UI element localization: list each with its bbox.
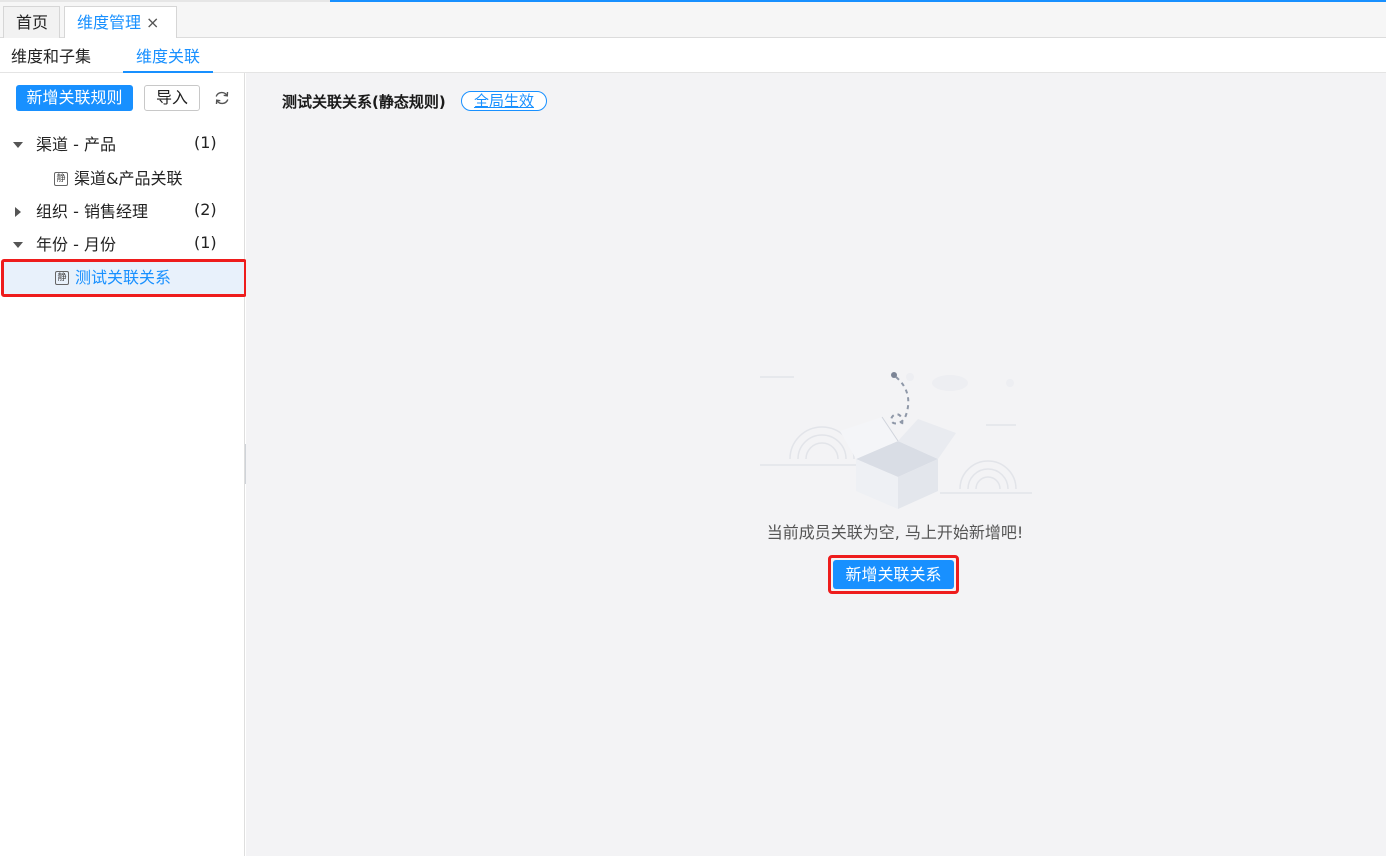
tree-group-org-sales-manager[interactable]: 组织 - 销售经理 (2) (0, 197, 245, 227)
add-association-button[interactable]: 新增关联关系 (833, 560, 954, 589)
tree-leaf-label: 渠道&产品关联 (74, 169, 183, 188)
tree-group-channel-product[interactable]: 渠道 - 产品 (1) (0, 130, 245, 160)
sub-tabs: 维度和子集 维度关联 (0, 38, 1386, 73)
caret-down-icon[interactable] (12, 230, 24, 260)
tab-dimension-association[interactable]: 维度关联 (123, 38, 213, 73)
sidebar: 新增关联规则 导入 渠道 - 产品 (1) 静 渠道&产品关联 组织 - 销售经… (0, 73, 247, 856)
caret-down-icon[interactable] (12, 130, 24, 160)
page-tabs: 首页 维度管理 × (0, 2, 1386, 40)
import-button[interactable]: 导入 (144, 85, 200, 111)
tree-group-count: (2) (194, 200, 217, 219)
tree-group-count: (1) (194, 233, 217, 252)
tree-leaf-label: 测试关联关系 (75, 268, 172, 287)
add-association-highlight: 新增关联关系 (828, 555, 959, 594)
tab-dimension-management-label: 维度管理 (77, 13, 142, 32)
caret-right-icon[interactable] (12, 197, 24, 227)
main-panel: 测试关联关系(静态规则) 全局生效 当前成员关联为空, 马上开始新增吧! 新增关… (246, 73, 1386, 856)
add-rule-button[interactable]: 新增关联规则 (16, 85, 133, 111)
static-rule-icon: 静 (54, 172, 68, 186)
tab-home[interactable]: 首页 (3, 6, 60, 39)
empty-box-illustration (760, 372, 1032, 509)
page-title: 测试关联关系(静态规则) (282, 93, 446, 111)
tree-group-year-month[interactable]: 年份 - 月份 (1) (0, 230, 245, 260)
tree-leaf-test-association[interactable]: 静 测试关联关系 (1, 259, 247, 297)
close-icon[interactable]: × (146, 13, 159, 32)
scope-tag[interactable]: 全局生效 (461, 91, 547, 111)
refresh-icon[interactable] (213, 89, 231, 107)
tab-home-label: 首页 (16, 13, 49, 32)
tree-group-label: 组织 - 销售经理 (36, 202, 148, 221)
tab-dimension-management[interactable]: 维度管理 × (64, 6, 177, 40)
tree-leaf-channel-product[interactable]: 静 渠道&产品关联 (0, 164, 245, 194)
tree-group-count: (1) (194, 133, 217, 152)
tree-group-label: 年份 - 月份 (36, 235, 116, 254)
static-rule-icon: 静 (55, 271, 69, 285)
tab-dimension-subset[interactable]: 维度和子集 (11, 38, 101, 73)
tree-group-label: 渠道 - 产品 (36, 135, 116, 154)
empty-state-text: 当前成员关联为空, 马上开始新增吧! (766, 523, 1024, 542)
